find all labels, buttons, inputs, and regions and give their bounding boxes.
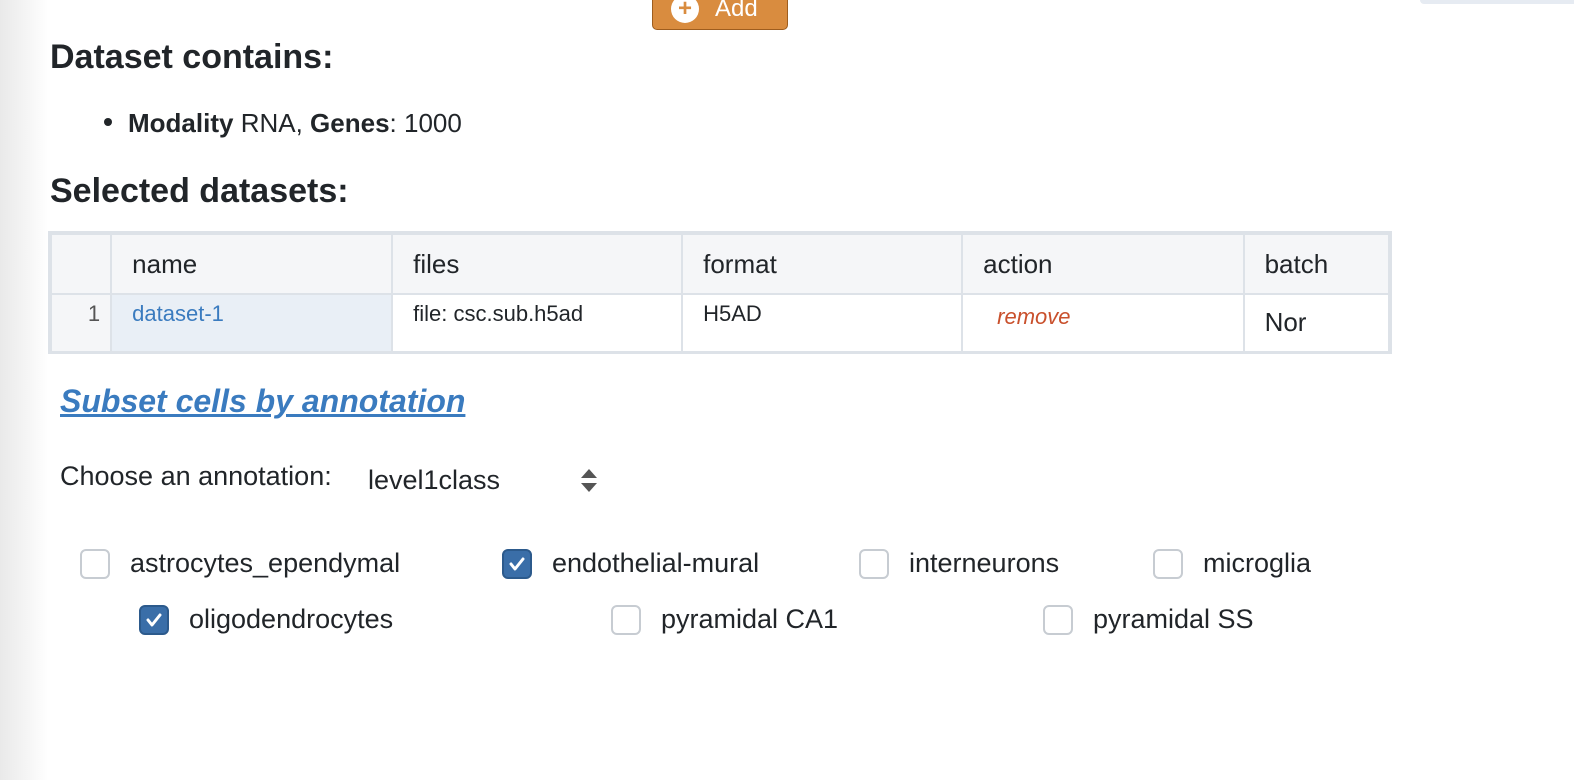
- format-cell[interactable]: H5AD: [681, 293, 964, 352]
- checkbox-box-checked[interactable]: [139, 604, 169, 635]
- checkbox-box[interactable]: [1153, 548, 1183, 579]
- table-header-row: name files format action batch: [50, 233, 1390, 295]
- table-row: 1 dataset-1 file: csc.sub.h5ad H5AD remo…: [50, 293, 1390, 352]
- left-shade: [0, 0, 48, 780]
- batch-cell[interactable]: Nor: [1242, 293, 1390, 352]
- checkbox-pyramidal-ca1[interactable]: pyramidal CA1: [611, 604, 838, 635]
- checkbox-box[interactable]: [1043, 604, 1073, 635]
- header-corner: [50, 233, 113, 295]
- modality-value: RNA,: [240, 108, 303, 138]
- contains-list: Modality RNA, Genes: 1000: [104, 108, 462, 139]
- checkbox-label: astrocytes_ependymal: [130, 548, 401, 578]
- checkbox-pyramidal-ss[interactable]: pyramidal SS: [1043, 604, 1254, 635]
- genes-value: : 1000: [389, 108, 462, 138]
- remove-link[interactable]: remove: [961, 293, 1245, 352]
- checkbox-astrocytes-ependymal[interactable]: astrocytes_ependymal: [80, 548, 400, 579]
- row-number: 1: [50, 293, 113, 352]
- checkbox-box[interactable]: [859, 548, 889, 579]
- dataset-contains-heading: Dataset contains:: [50, 38, 334, 76]
- selected-datasets-heading: Selected datasets:: [50, 172, 349, 210]
- page: + Add Dataset contains: Modality RNA, Ge…: [0, 0, 1574, 780]
- checkmark-icon: [509, 557, 525, 570]
- checkbox-label: oligodendrocytes: [189, 604, 394, 634]
- checkbox-label: microglia: [1203, 548, 1312, 578]
- annotation-label: Choose an annotation:: [60, 461, 332, 491]
- top-right-bar: [1420, 0, 1574, 4]
- checkbox-endothelial-mural[interactable]: endothelial-mural: [502, 548, 759, 579]
- checkbox-microglia[interactable]: microglia: [1153, 548, 1311, 579]
- column-header-format[interactable]: format: [681, 233, 964, 295]
- checkbox-box[interactable]: [80, 548, 110, 579]
- add-button[interactable]: + Add: [652, 0, 788, 30]
- column-header-name[interactable]: name: [110, 233, 394, 295]
- column-header-files[interactable]: files: [391, 233, 684, 295]
- files-cell[interactable]: file: csc.sub.h5ad: [391, 293, 684, 352]
- column-header-action[interactable]: action: [961, 233, 1245, 295]
- subset-cells-link[interactable]: Subset cells by annotation: [60, 383, 465, 420]
- annotation-select-value: level1class: [368, 464, 501, 495]
- genes-label: Genes: [310, 108, 390, 138]
- datasets-table: name files format action batch 1 dataset…: [48, 231, 1392, 354]
- checkbox-oligodendrocytes[interactable]: oligodendrocytes: [139, 604, 393, 635]
- checkbox-label: pyramidal SS: [1093, 604, 1254, 634]
- contains-item: Modality RNA, Genes: 1000: [104, 108, 462, 139]
- checkmark-icon: [146, 613, 162, 626]
- dataset-name-cell[interactable]: dataset-1: [110, 293, 394, 352]
- select-updown-icon: [581, 469, 597, 492]
- checkbox-label: interneurons: [909, 548, 1060, 578]
- checkbox-box[interactable]: [611, 604, 641, 635]
- modality-label: Modality: [128, 108, 234, 138]
- column-header-batch[interactable]: batch: [1242, 233, 1390, 295]
- add-button-label: Add: [715, 0, 758, 22]
- checkbox-label: pyramidal CA1: [661, 604, 839, 634]
- annotation-select[interactable]: level1class: [352, 458, 606, 502]
- bullet-icon: [104, 118, 112, 127]
- plus-circle-icon: +: [671, 0, 699, 23]
- checkbox-box-checked[interactable]: [502, 548, 532, 579]
- checkbox-interneurons[interactable]: interneurons: [859, 548, 1059, 579]
- checkbox-label: endothelial-mural: [552, 548, 760, 578]
